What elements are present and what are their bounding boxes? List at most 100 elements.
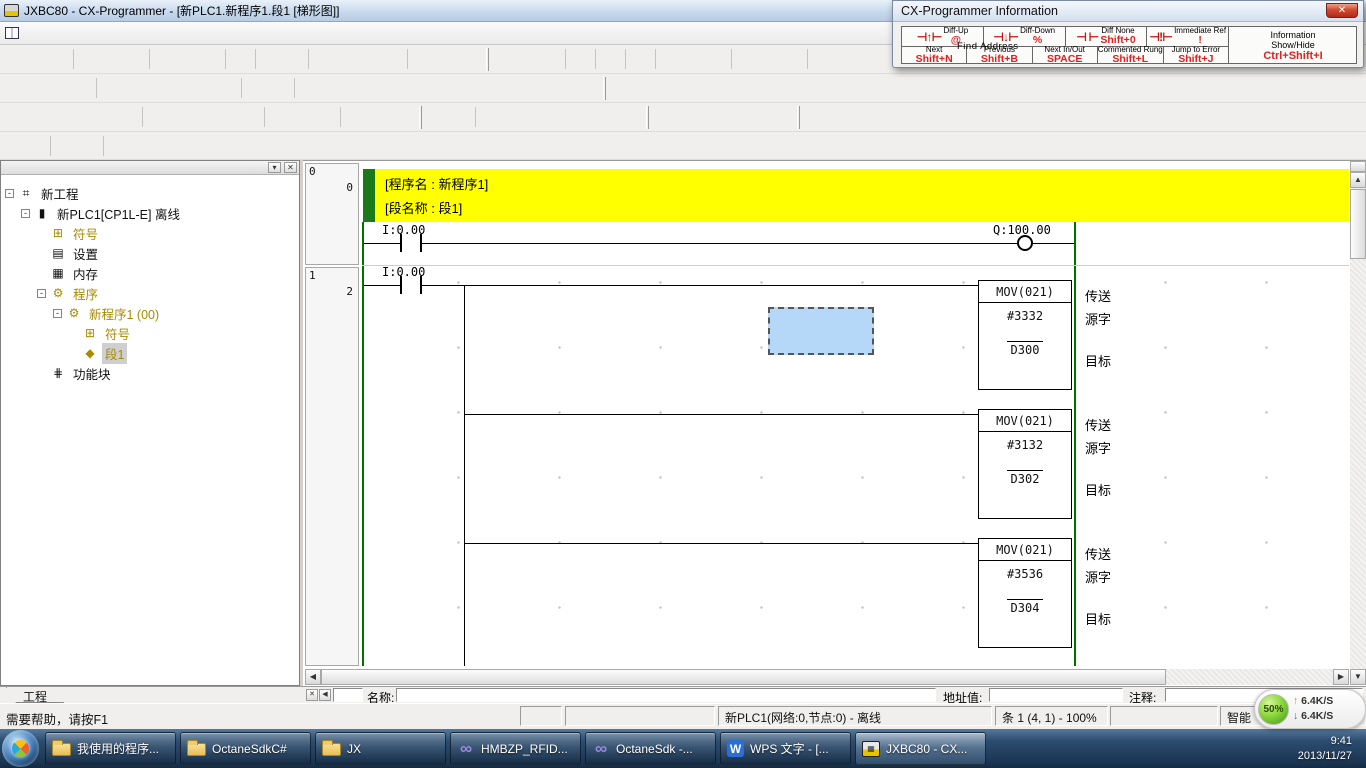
tree-symbols[interactable]: ⊞ 符号 — [1, 223, 299, 243]
monitor-data[interactable] — [502, 106, 525, 128]
new-coil[interactable] — [459, 77, 482, 99]
delete[interactable] — [574, 77, 597, 99]
start-button[interactable] — [2, 730, 39, 767]
zoom-out[interactable] — [70, 77, 93, 99]
context-help[interactable] — [457, 48, 480, 70]
paste-special[interactable] — [229, 48, 252, 70]
diff-down-monitor[interactable] — [676, 106, 699, 128]
instruction-source[interactable]: #3536 — [979, 567, 1071, 581]
align-top[interactable] — [77, 135, 100, 157]
cut[interactable] — [153, 48, 176, 70]
rung-0-contact[interactable] — [400, 234, 422, 252]
new-or-closed-contact[interactable] — [390, 77, 413, 99]
workspace-close-button[interactable]: ✕ — [284, 162, 297, 173]
mov-instruction-1[interactable]: MOV(021) #3332 D300 — [978, 280, 1072, 390]
tree-memory[interactable]: ▦ 内存 — [1, 263, 299, 283]
fb-instance[interactable] — [850, 106, 873, 128]
paste[interactable] — [199, 48, 222, 70]
new-contact[interactable] — [321, 77, 344, 99]
menu-window[interactable] — [169, 30, 187, 36]
scroll-up-button[interactable]: ▲ — [1350, 172, 1366, 188]
view-cross-reference[interactable] — [268, 77, 291, 99]
menu-simulation[interactable] — [133, 30, 151, 36]
outdent-rung[interactable] — [24, 135, 47, 157]
tree-expander[interactable]: - — [37, 289, 46, 298]
differential-monitor[interactable] — [768, 106, 791, 128]
online-check[interactable] — [745, 106, 768, 128]
menu-plc[interactable] — [97, 30, 115, 36]
show-monitor-bar[interactable] — [192, 77, 215, 99]
st-tool-4[interactable] — [965, 106, 988, 128]
show-symbol-bar[interactable] — [215, 77, 238, 99]
new-block[interactable] — [551, 77, 574, 99]
tab-project[interactable]: 工程 — [6, 687, 64, 703]
find[interactable] — [312, 48, 335, 70]
child-window-icon[interactable] — [5, 27, 19, 39]
zoom-normal[interactable] — [1, 77, 24, 99]
replace[interactable] — [335, 48, 358, 70]
popup-close-button[interactable]: ✕ — [1326, 3, 1358, 18]
set-value-up[interactable] — [344, 106, 367, 128]
rung-0-margin[interactable]: 0 0 — [305, 163, 359, 265]
mov-instruction-3[interactable]: MOV(021) #3536 D304 — [978, 538, 1072, 648]
window-mnemonic[interactable] — [682, 48, 705, 70]
instruction-destination[interactable]: D304 — [979, 601, 1071, 615]
work-online[interactable] — [426, 106, 449, 128]
keyboard-mapping[interactable] — [811, 48, 834, 70]
monitor-decimal[interactable] — [268, 106, 291, 128]
taskbar-vs-octanesdk[interactable]: ∞ OctaneSdk -... — [585, 732, 716, 765]
edit-force-1[interactable] — [107, 135, 130, 157]
fb-library-2[interactable] — [827, 106, 850, 128]
diff-list[interactable] — [699, 106, 722, 128]
tree-expander[interactable]: - — [53, 309, 62, 318]
taskbar-folder-jx[interactable]: JX — [315, 732, 446, 765]
st-tool-5[interactable] — [988, 106, 1011, 128]
vertical-scrollbar[interactable]: ▲ ▼ — [1350, 161, 1366, 685]
run-monitor[interactable] — [525, 106, 548, 128]
rung-comment-block[interactable]: [程序名 : 新程序1] [段名称 : 段1] — [363, 169, 1349, 222]
new-inverse-instruction[interactable] — [528, 77, 551, 99]
find-previous[interactable] — [381, 48, 404, 70]
window-output[interactable] — [70, 106, 93, 128]
menu-view[interactable] — [61, 30, 79, 36]
new-closed-coil[interactable] — [482, 77, 505, 99]
print[interactable] — [100, 48, 123, 70]
instruction-source[interactable]: #3332 — [979, 309, 1071, 323]
fb-definition[interactable] — [873, 106, 896, 128]
tree-program-1[interactable]: - ⚙ 新程序1 (00) — [1, 303, 299, 323]
menu-insert[interactable] — [79, 30, 97, 36]
monitor-1[interactable] — [735, 48, 758, 70]
menu-file[interactable] — [25, 30, 43, 36]
build[interactable] — [24, 106, 47, 128]
open-file[interactable] — [24, 48, 47, 70]
show-rung-annotations[interactable] — [146, 77, 169, 99]
force-off[interactable] — [594, 106, 617, 128]
popup-titlebar[interactable]: CX-Programmer Information — [893, 1, 1363, 22]
edit-force-4[interactable] — [176, 135, 199, 157]
st-tool-1[interactable] — [896, 106, 919, 128]
tree-project[interactable]: - ⌗ 新工程 — [1, 183, 299, 203]
redo[interactable] — [282, 48, 305, 70]
toggle-grid[interactable] — [100, 77, 123, 99]
force-on[interactable] — [571, 106, 594, 128]
menu-tools[interactable] — [151, 30, 169, 36]
scroll-right-button[interactable]: ▶ — [1333, 669, 1349, 685]
zoom-region[interactable] — [24, 77, 47, 99]
new-file[interactable] — [1, 48, 24, 70]
tree-section-1[interactable]: ◆ 段1 — [1, 343, 299, 363]
horizontal-scroll-thumb[interactable] — [321, 669, 1166, 685]
edit-force-2[interactable] — [130, 135, 153, 157]
rung-1-margin[interactable]: 1 2 — [305, 267, 359, 666]
rung-1-contact[interactable] — [400, 276, 422, 294]
view-mnemonics[interactable] — [245, 77, 268, 99]
taskbar-wps[interactable]: W WPS 文字 - [... — [720, 732, 851, 765]
ladder-selection-cursor[interactable] — [768, 307, 874, 355]
scroll-split-box[interactable] — [1350, 161, 1366, 172]
menu-program[interactable] — [115, 30, 133, 36]
properties[interactable] — [116, 106, 139, 128]
st-tool-2[interactable] — [919, 106, 942, 128]
taskbar-clock[interactable]: 9:41 2013/11/27 — [1298, 734, 1352, 763]
io-refresh[interactable] — [610, 77, 633, 99]
tree-function-blocks[interactable]: ⋕ 功能块 — [1, 363, 299, 383]
window-symbol[interactable] — [705, 48, 728, 70]
